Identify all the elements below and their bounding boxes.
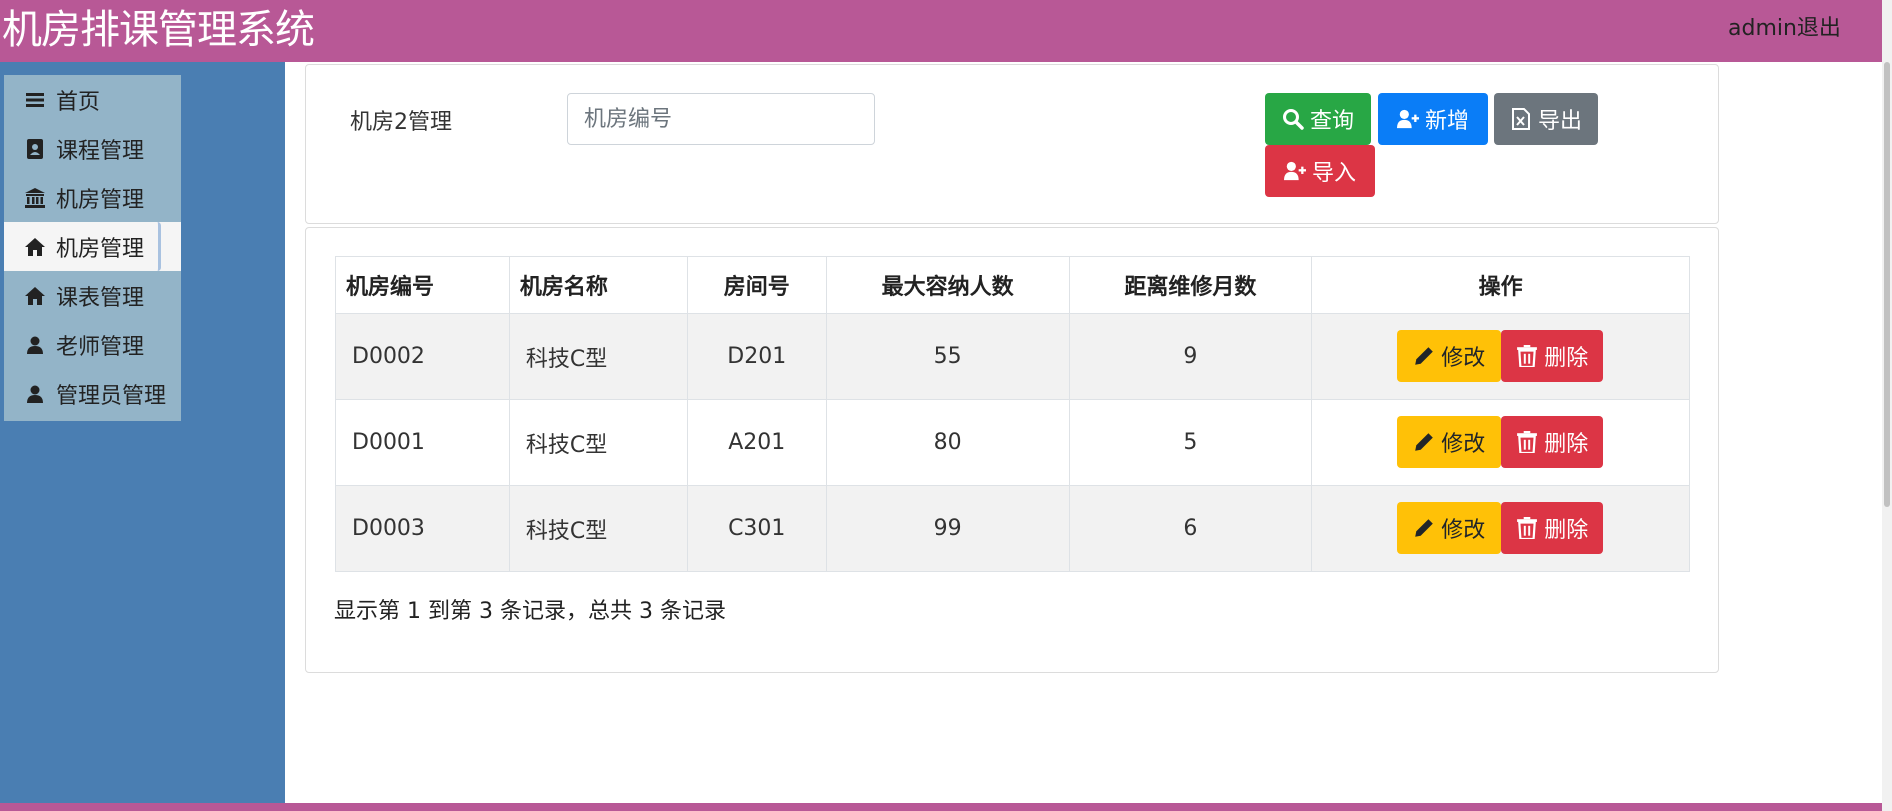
bottom-bar xyxy=(0,803,1882,811)
table-row: D0001 科技C型 A201 80 5 修改 删除 xyxy=(335,399,1690,486)
room-code-input[interactable] xyxy=(567,93,875,145)
pencil-icon xyxy=(1415,519,1434,537)
edit-label: 修改 xyxy=(1441,432,1486,457)
trash-icon xyxy=(1517,431,1538,453)
user-plus-icon xyxy=(1396,109,1419,129)
export-button[interactable]: 导出 xyxy=(1494,93,1598,145)
delete-label: 删除 xyxy=(1544,346,1589,371)
delete-button[interactable]: 删除 xyxy=(1501,502,1604,554)
edit-label: 修改 xyxy=(1441,518,1486,543)
home-icon xyxy=(24,236,46,258)
search-label: 机房2管理 xyxy=(350,110,452,135)
sidebar-item-label: 管理员管理 xyxy=(56,383,167,409)
cell-code: D0002 xyxy=(335,313,510,400)
cell-capacity: 99 xyxy=(825,485,1070,572)
cell-name: 科技C型 xyxy=(508,485,688,572)
cell-name: 科技C型 xyxy=(508,313,688,400)
sidebar: 首页 课程管理 机房管理 机房管理 课表管理 老师管理 管理员管理 xyxy=(0,62,285,803)
sidebar-item-admins[interactable]: 管理员管理 xyxy=(4,369,181,418)
cell-months: 6 xyxy=(1068,485,1313,572)
query-button[interactable]: 查询 xyxy=(1265,93,1371,145)
sidebar-item-rooms[interactable]: 机房管理 xyxy=(4,173,181,222)
add-button[interactable]: 新增 xyxy=(1378,93,1488,145)
cell-capacity: 80 xyxy=(825,399,1070,486)
column-header[interactable]: 机房名称 xyxy=(508,256,688,314)
address-book-icon xyxy=(24,138,46,160)
column-header[interactable]: 机房编号 xyxy=(335,256,510,314)
cell-months: 5 xyxy=(1068,399,1313,486)
sidebar-item-label: 课程管理 xyxy=(56,138,145,164)
sidebar-item-teachers[interactable]: 老师管理 xyxy=(4,320,181,369)
cell-actions: 修改 删除 xyxy=(1311,313,1690,400)
cell-actions: 修改 删除 xyxy=(1311,399,1690,486)
cell-code: D0001 xyxy=(335,399,510,486)
pencil-icon xyxy=(1415,433,1434,451)
edit-button[interactable]: 修改 xyxy=(1397,330,1502,382)
delete-label: 删除 xyxy=(1544,518,1589,543)
scrollbar-thumb[interactable] xyxy=(1884,62,1890,507)
table-header-row: 机房编号 机房名称 房间号 最大容纳人数 距离维修月数 操作 xyxy=(335,256,1690,314)
user-icon xyxy=(24,383,46,405)
cell-months: 9 xyxy=(1068,313,1313,400)
cell-code: D0003 xyxy=(335,485,510,572)
table-row: D0002 科技C型 D201 55 9 修改 删除 xyxy=(335,313,1690,400)
user-plus-icon xyxy=(1283,161,1306,181)
cell-room: D201 xyxy=(686,313,827,400)
add-label: 新增 xyxy=(1424,109,1469,134)
delete-label: 删除 xyxy=(1544,432,1589,457)
trash-icon xyxy=(1517,517,1538,539)
menu-bars-icon xyxy=(24,89,46,111)
cell-room: C301 xyxy=(686,485,827,572)
sidebar-item-courses[interactable]: 课程管理 xyxy=(4,124,181,173)
logout-link[interactable]: admin退出 xyxy=(1728,10,1841,42)
rooms-table: 机房编号 机房名称 房间号 最大容纳人数 距离维修月数 操作 D0002 科技C… xyxy=(335,256,1690,572)
sidebar-item-label: 课表管理 xyxy=(56,285,145,311)
column-header[interactable]: 最大容纳人数 xyxy=(825,256,1070,314)
pencil-icon xyxy=(1415,347,1434,365)
top-header: 机房排课管理系统 admin退出 xyxy=(0,0,1882,62)
delete-button[interactable]: 删除 xyxy=(1501,416,1604,468)
trash-icon xyxy=(1517,345,1538,367)
import-label: 导入 xyxy=(1311,161,1356,186)
sidebar-item-label: 机房管理 xyxy=(56,187,145,213)
cell-name: 科技C型 xyxy=(508,399,688,486)
sidebar-menu: 首页 课程管理 机房管理 机房管理 课表管理 老师管理 管理员管理 xyxy=(4,75,181,421)
cell-room: A201 xyxy=(686,399,827,486)
table-row: D0003 科技C型 C301 99 6 修改 删除 xyxy=(335,485,1690,572)
user-icon xyxy=(24,334,46,356)
institution-icon xyxy=(24,187,46,209)
sidebar-item-label: 首页 xyxy=(56,89,101,115)
import-button[interactable]: 导入 xyxy=(1265,145,1375,197)
excel-file-icon xyxy=(1511,108,1530,130)
edit-label: 修改 xyxy=(1441,346,1486,371)
column-header: 操作 xyxy=(1311,256,1690,314)
home-icon xyxy=(24,285,46,307)
sidebar-item-rooms-2[interactable]: 机房管理 xyxy=(4,222,181,271)
sidebar-item-label: 老师管理 xyxy=(56,334,145,360)
edit-button[interactable]: 修改 xyxy=(1397,416,1502,468)
search-icon xyxy=(1282,109,1304,130)
app-title: 机房排课管理系统 xyxy=(2,7,315,53)
sidebar-item-home[interactable]: 首页 xyxy=(4,75,181,124)
query-label: 查询 xyxy=(1309,109,1354,134)
sidebar-item-schedule[interactable]: 课表管理 xyxy=(4,271,181,320)
sidebar-item-label: 机房管理 xyxy=(56,236,145,262)
export-label: 导出 xyxy=(1537,109,1582,134)
delete-button[interactable]: 删除 xyxy=(1501,330,1604,382)
cell-capacity: 55 xyxy=(825,313,1070,400)
cell-actions: 修改 删除 xyxy=(1311,485,1690,572)
column-header[interactable]: 距离维修月数 xyxy=(1068,256,1313,314)
pagination-info: 显示第 1 到第 3 条记录，总共 3 条记录 xyxy=(334,599,726,624)
edit-button[interactable]: 修改 xyxy=(1397,502,1502,554)
column-header[interactable]: 房间号 xyxy=(686,256,827,314)
